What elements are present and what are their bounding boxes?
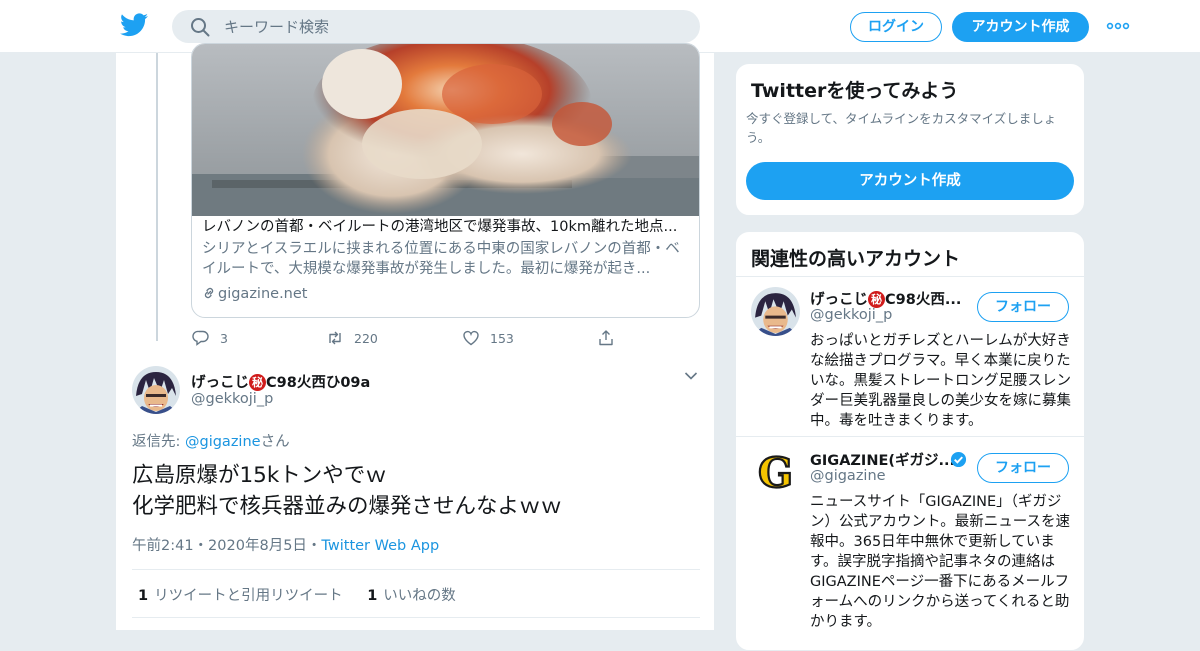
- account-bio: ニュースサイト「GIGAZINE」（ギガジン）公式アカウント。最新ニュースを速報…: [810, 494, 1070, 630]
- login-button[interactable]: ログイン: [850, 12, 942, 42]
- like-stat-label: いいねの数: [383, 588, 456, 604]
- search-input[interactable]: [224, 10, 684, 43]
- card-description: シリアとイスラエルに挟まれる位置にある中東の国家レバノンの首都・ベイルートで、大…: [202, 241, 680, 277]
- tweet-source-link[interactable]: Twitter Web App: [321, 538, 439, 554]
- search-icon: [191, 18, 210, 37]
- search-box[interactable]: [172, 10, 700, 43]
- avatar[interactable]: G: [751, 448, 800, 497]
- account-handle[interactable]: @gekkoji_p: [810, 307, 892, 323]
- account-bio: おっぱいとガチレズとハーレムが大好きな絵描きプログラマ。早く本業に戻りたいな。黒…: [810, 333, 1071, 429]
- card-domain: gigazine.net: [202, 286, 307, 302]
- tweet-timestamp[interactable]: 午前2:41・2020年8月5日・: [132, 538, 321, 554]
- card-title: レバノンの首都・ベイルートの港湾地区で爆発事故、10km離れた地点...: [202, 219, 678, 235]
- divider: [132, 617, 700, 618]
- tweet-stats: 1 リツイートと引用リツイート 1 いいねの数: [138, 584, 476, 605]
- parent-tweet-actions: 3 220 153: [192, 329, 632, 349]
- follow-button[interactable]: フォロー: [977, 292, 1069, 322]
- heart-icon: [463, 330, 479, 346]
- reply-to-line: 返信先: @gigazineさん: [132, 430, 290, 451]
- account-name-text: GIGAZINE(ギガジ...: [810, 453, 956, 469]
- signup-prompt-box: Twitterを使ってみよう 今すぐ登録して、タイムラインをカスタマイズしましょ…: [735, 63, 1085, 216]
- like-stat-count: 1: [367, 588, 378, 604]
- reply-action[interactable]: 3: [192, 329, 228, 349]
- divider: [736, 276, 1084, 277]
- share-action[interactable]: [597, 329, 625, 349]
- tweet-text-line-2: 化学肥料で核兵器並みの爆発させんなよｗｗ: [132, 494, 563, 519]
- account-name-text: げっこじ: [810, 292, 868, 308]
- like-action[interactable]: 153: [462, 329, 514, 349]
- explosion-photo: [192, 44, 699, 216]
- account-handle[interactable]: @gigazine: [810, 468, 886, 484]
- author-name[interactable]: げっこじ秘 C98火西ひ09a: [191, 371, 370, 392]
- link-card[interactable]: レバノンの首都・ベイルートの港湾地区で爆発事故、10km離れた地点... シリア…: [191, 43, 700, 318]
- retweet-icon: [329, 331, 341, 345]
- related-accounts-box: 関連性の高いアカウント げっこじ秘 C98火西... @gekkoji_p フォロ…: [735, 231, 1085, 651]
- retweet-count: 220: [354, 331, 378, 346]
- reply-prefix: 返信先:: [132, 434, 185, 450]
- account-name[interactable]: GIGAZINE(ギガジ...: [810, 449, 970, 470]
- reply-mention-link[interactable]: @gigazine: [185, 434, 261, 450]
- tweet-meta: 午前2:41・2020年8月5日・Twitter Web App: [132, 534, 439, 555]
- account-name-suffix: C98火西...: [885, 292, 962, 308]
- signup-button[interactable]: アカウント作成: [952, 12, 1089, 42]
- account-name[interactable]: げっこじ秘 C98火西...: [810, 288, 970, 309]
- related-accounts-title: 関連性の高いアカウント: [751, 248, 961, 270]
- signup-prompt-title: Twitterを使ってみよう: [751, 80, 959, 102]
- link-icon: [204, 287, 214, 299]
- signup-prompt-button[interactable]: アカウント作成: [746, 162, 1074, 200]
- secret-mark-icon: 秘: [249, 374, 266, 391]
- reply-icon: [192, 330, 209, 346]
- retweet-stat[interactable]: 1 リツイートと引用リツイート: [138, 588, 343, 604]
- signup-prompt-description: 今すぐ登録して、タイムラインをカスタマイズしましょう。: [746, 111, 1057, 145]
- retweet-stat-count: 1: [138, 588, 149, 604]
- chevron-down-icon[interactable]: [684, 371, 698, 381]
- twitter-bird-icon[interactable]: [120, 13, 148, 37]
- divider: [736, 436, 1084, 437]
- tweet-column: レバノンの首都・ベイルートの港湾地区で爆発事故、10km離れた地点... シリア…: [115, 43, 715, 630]
- tweet-text: 広島原爆が15kトンやでｗ 化学肥料で核兵器並みの爆発させんなよｗｗ: [132, 460, 692, 522]
- reply-suffix: さん: [260, 434, 290, 450]
- secret-mark-icon: 秘: [868, 291, 885, 308]
- card-domain-text: gigazine.net: [218, 286, 308, 302]
- divider: [132, 569, 700, 570]
- like-stat[interactable]: 1 いいねの数: [367, 588, 456, 604]
- retweet-action[interactable]: 220: [326, 329, 378, 349]
- more-options-icon[interactable]: [1106, 18, 1130, 34]
- like-count: 153: [490, 331, 514, 346]
- retweet-stat-label: リツイートと引用リツイート: [154, 588, 343, 604]
- avatar[interactable]: [132, 366, 180, 414]
- share-icon: [599, 330, 613, 346]
- verified-badge-icon: [950, 451, 967, 468]
- author-name-suffix: C98火西ひ09a: [266, 375, 371, 391]
- thread-line: [156, 53, 158, 341]
- reply-count: 3: [220, 331, 228, 346]
- svg-text:G: G: [758, 449, 793, 497]
- avatar[interactable]: [751, 287, 800, 336]
- author-name-text: げっこじ: [191, 375, 249, 391]
- author-handle[interactable]: @gekkoji_p: [191, 391, 273, 407]
- tweet-text-line-1: 広島原爆が15kトンやでｗ: [132, 463, 387, 488]
- follow-button[interactable]: フォロー: [977, 453, 1069, 483]
